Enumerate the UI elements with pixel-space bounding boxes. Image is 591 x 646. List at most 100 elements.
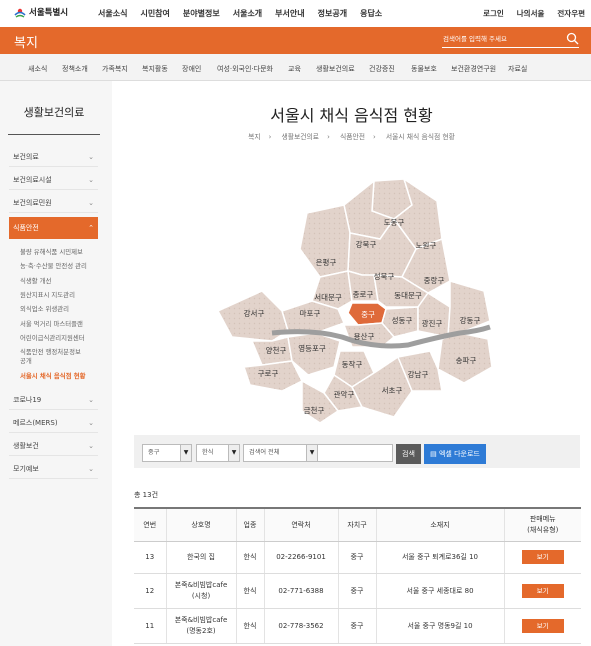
cell-type: 한식 [236,573,265,609]
breadcrumb-item[interactable]: 복지 [248,133,261,141]
col-header: 업종 [236,508,265,542]
login-link[interactable]: 로그인 [483,8,504,19]
map-label: 서초구 [382,386,403,395]
subnav-item[interactable]: 정책소개 [62,64,88,74]
sidebar-item[interactable]: 메르스(MERS) ⌄ [9,413,98,433]
map-label: 양천구 [266,345,287,355]
subnav-item[interactable]: 교육 [288,64,301,74]
col-header: 연번 [134,508,167,542]
map-label: 노원구 [416,241,437,250]
dropdown-arrow-icon: ▼ [180,445,191,461]
view-button[interactable]: 보기 [521,618,564,633]
map-label: 영등포구 [298,343,326,353]
subnav-item[interactable]: 동물보호 [411,64,437,74]
sidebar-item[interactable]: 보건의료시설 ⌄ [9,170,98,190]
seoul-logo[interactable]: 서울특별시 [14,6,68,18]
total-count: 총 13건 [134,491,159,499]
map-label: 용산구 [354,331,375,341]
sidebar-item[interactable]: 보건의료 ⌄ [9,147,98,167]
gnb-item[interactable]: 정보공개 [318,8,347,19]
sidebar-subitem[interactable]: 식생활 개선 [20,276,51,285]
search-button[interactable]: 검색 [396,444,421,464]
util-nav: 로그인 나의서울 전자우편 [470,8,585,19]
chevron-down-icon: ⌄ [88,199,94,207]
sidebar-subitem[interactable]: 농·축·수산물 안전성 관리 [20,261,87,270]
gnb-item[interactable]: 응답소 [360,8,382,19]
page-title: 서울시 채식 음식점 현황 [270,106,433,125]
view-button[interactable]: 보기 [521,583,564,598]
map-label: 마포구 [300,309,321,318]
sidebar-item[interactable]: 보건의료민원 ⌄ [9,193,98,213]
sidebar-title: 생활보건의료 [23,106,85,119]
subnav-item[interactable]: 건강증진 [369,64,395,74]
cell-no: 12 [134,573,167,609]
chevron-down-icon: ⌄ [88,176,94,184]
subnav-item[interactable]: 생활보건의료 [316,64,355,74]
sidebar-divider [8,134,100,135]
sidebar-item-food-safety[interactable]: 식품안전 ⌃ [9,217,98,239]
sidebar-subitem[interactable]: 어린이급식관리지원센터 [20,333,85,342]
subnav-item[interactable]: 새소식 [28,64,47,74]
sidebar-subitem[interactable]: 서울 먹거리 마스터플랜 [20,319,83,328]
sidebar-item[interactable]: 코로나19 ⌄ [9,390,98,410]
subnav-item[interactable]: 여성·외국인·다문화 [217,64,273,74]
map-label: 동작구 [342,359,363,369]
breadcrumb-item[interactable]: 식품안전 [340,133,365,141]
section-title: 복지 [14,36,38,51]
email-link[interactable]: 전자우편 [557,8,585,19]
table-row: 13 한국의 집 한식 02-2266-9101 중구 서울 중구 퇴계로36길… [134,541,581,574]
district-select[interactable]: 중구 ▼ [142,444,192,462]
sidebar-subitem-current[interactable]: 서울시 채식 음식점 현황 [20,371,85,380]
my-seoul-link[interactable]: 나의서울 [517,8,545,19]
gnb-item[interactable]: 부서안내 [275,8,304,19]
sub-nav: 새소식 정책소개 가족복지 복지활동 장애인 여성·외국인·다문화 교육 생활보… [0,54,591,81]
subnav-item[interactable]: 장애인 [182,64,201,74]
gnb-item[interactable]: 시민참여 [140,8,169,19]
top-header: 서울특별시 서울소식 시민참여 분야별정보 서울소개 부서안내 정보공개 응답소… [0,0,591,27]
chevron-down-icon: ⌄ [88,442,94,450]
table-header-row: 연번 상호명 업종 연락처 자치구 소재지 판매메뉴 (채식유형) [134,508,581,542]
category-select[interactable]: 한식 ▼ [196,444,240,462]
subnav-item[interactable]: 자료실 [508,64,527,74]
gnb-item[interactable]: 서울소식 [98,8,127,19]
breadcrumb: 복지 › 생활보건의료 › 식품안전 › 서울시 채식 음식점 현황 [112,131,591,141]
excel-download-label: 엑셀 다운로드 [438,450,480,458]
cell-menu: 보기 [504,573,581,609]
sidebar-subitem[interactable]: 외식업소 위생관리 [20,304,69,313]
cell-tel: 02-778-3562 [264,608,339,644]
view-button[interactable]: 보기 [521,550,564,564]
subnav-item[interactable]: 보건환경연구원 [451,64,496,74]
search-icon[interactable] [566,32,579,45]
sidebar-item[interactable]: 생활보건 ⌄ [9,436,98,456]
district-gwangjin[interactable] [417,291,451,338]
gnb-item[interactable]: 서울소개 [233,8,262,19]
sidebar-subitem[interactable]: 원산지표시 지도관리 [20,290,75,299]
breadcrumb-item[interactable]: 생활보건의료 [282,133,320,141]
keyword-input[interactable] [317,444,393,462]
breadcrumb-separator: › [327,133,330,141]
sidebar-subitem[interactable]: 식품안전 행정처분정보 [20,347,81,356]
map-label: 강남구 [408,369,429,379]
sidebar-item[interactable]: 모기예보 ⌄ [9,459,98,479]
dropdown-arrow-icon: ▼ [228,445,239,461]
search-input[interactable]: 검색어를 입력해 주세요 [442,32,579,48]
subnav-item[interactable]: 가족복지 [102,64,128,74]
excel-download-button[interactable]: ▤ 엑셀 다운로드 [424,444,486,464]
sidebar-item-label: 메르스(MERS) [13,419,58,427]
sidebar-subitem[interactable]: 불량 유해식품 시민제보 [20,247,83,256]
map-label: 강서구 [244,308,265,318]
col-header: 소재지 [376,508,505,542]
search-type-select[interactable]: 검색어 전체 ▼ [243,444,318,462]
map-label: 동대문구 [394,291,422,300]
sidebar-subitem[interactable]: 공개 [20,356,32,365]
sidebar-item-label: 코로나19 [13,396,42,404]
cell-tel: 02-771-6388 [264,573,339,609]
map-label: 성북구 [374,272,395,281]
seoul-logo-icon [14,8,26,18]
gnb-item[interactable]: 분야별정보 [183,8,220,19]
document-icon: ▤ [430,450,437,458]
map-label: 송파구 [456,356,477,365]
subnav-item[interactable]: 복지활동 [142,64,168,74]
cell-gu: 중구 [338,573,377,609]
district-select-value: 중구 [148,449,160,456]
